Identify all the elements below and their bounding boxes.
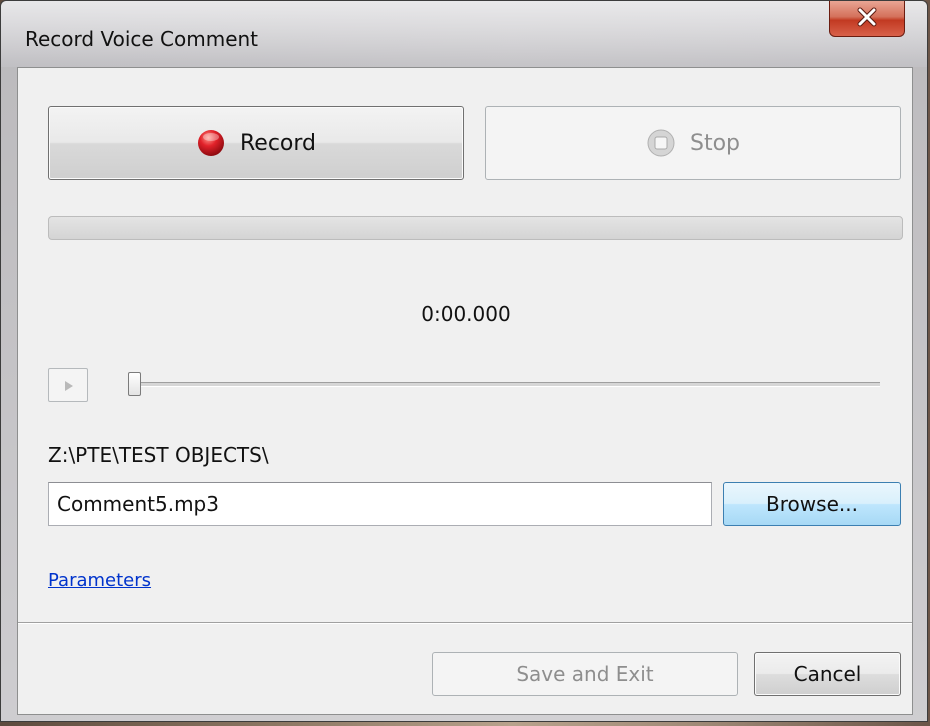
footer-divider (18, 622, 912, 624)
close-icon (857, 7, 877, 27)
position-slider-track[interactable] (138, 382, 880, 387)
position-slider-thumb[interactable] (128, 372, 141, 396)
play-button[interactable] (48, 368, 88, 402)
stop-button[interactable]: Stop (485, 106, 901, 180)
cancel-button[interactable]: Cancel (754, 652, 901, 696)
record-icon (196, 128, 226, 158)
file-name-input[interactable] (48, 482, 712, 526)
window-title: Record Voice Comment (25, 27, 259, 51)
stop-label: Stop (689, 130, 740, 156)
save-and-exit-button[interactable]: Save and Exit (432, 652, 738, 696)
parameters-link[interactable]: Parameters (48, 570, 151, 591)
stop-icon (646, 128, 676, 158)
browse-button[interactable]: Browse... (723, 482, 901, 526)
recording-progress-bar (48, 216, 903, 240)
record-button[interactable]: Record (48, 106, 464, 180)
time-display: 0:00.000 (421, 302, 511, 326)
close-button[interactable] (829, 1, 905, 37)
play-icon (65, 381, 73, 391)
dialog-window: Record Voice Comment Record Stop 0:00.00… (0, 0, 928, 722)
title-bar[interactable]: Record Voice Comment (1, 1, 927, 67)
dialog-body: Record Stop 0:00.000 Z:\PTE\TEST OBJECTS… (17, 67, 913, 715)
folder-path-label: Z:\PTE\TEST OBJECTS\ (48, 443, 269, 467)
record-label: Record (239, 130, 316, 156)
